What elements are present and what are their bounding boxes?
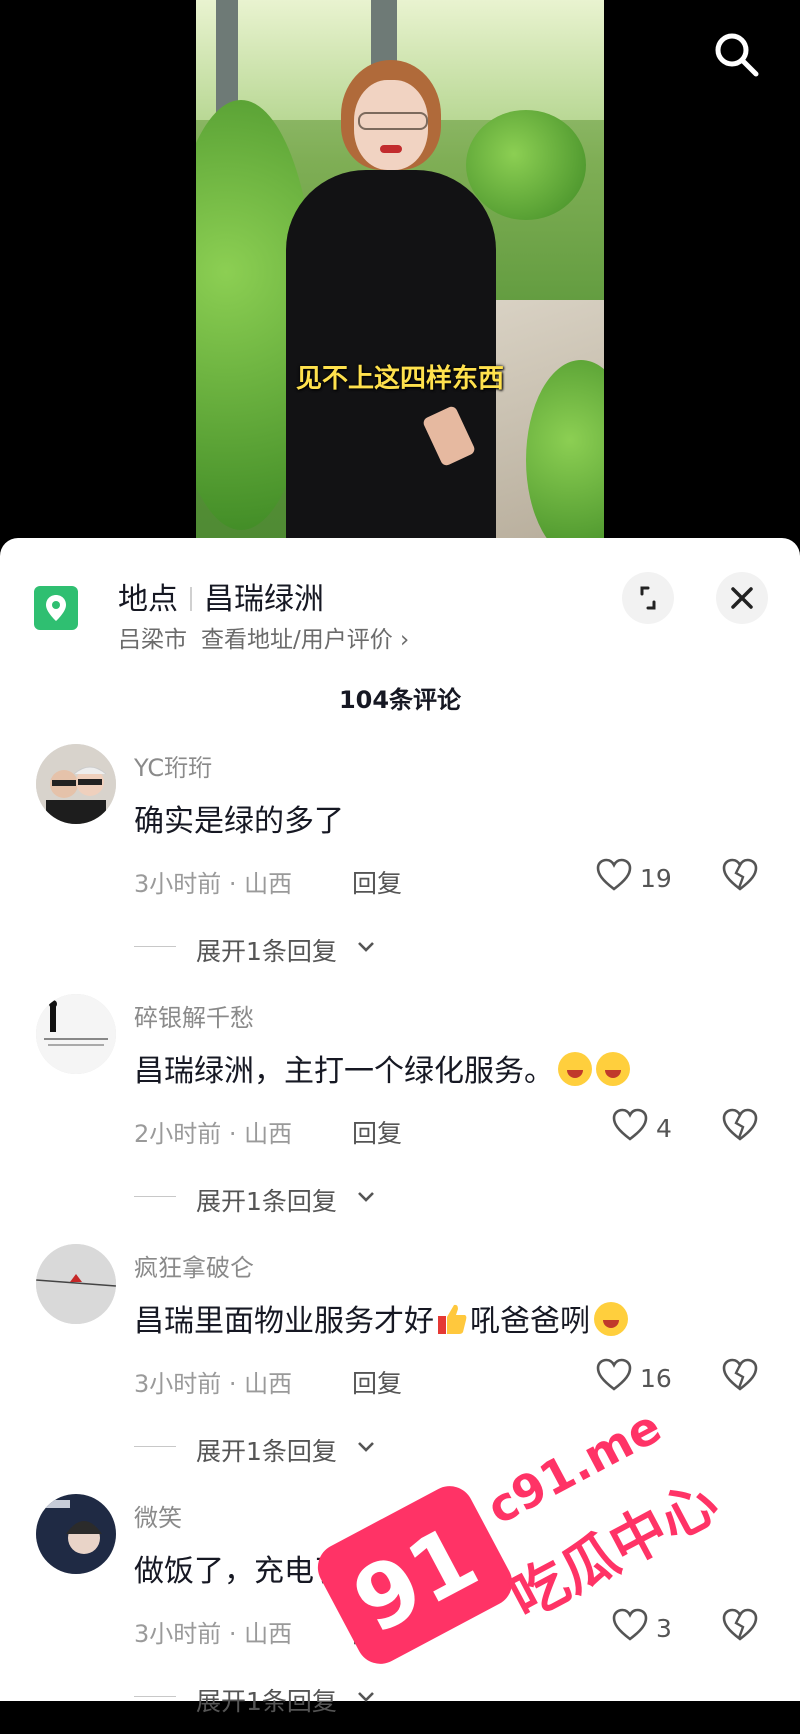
close-button[interactable] xyxy=(716,572,768,624)
comment-meta: 3小时前 · 山西 xyxy=(134,870,293,898)
thumbs-up-emoji-icon xyxy=(438,1304,467,1334)
comment-text: 做饭了，充电了 xyxy=(134,1546,344,1590)
comment-username[interactable]: 碎银解千愁 xyxy=(134,998,254,1033)
dislike-button[interactable] xyxy=(722,1108,758,1144)
reply-button[interactable]: 回复 xyxy=(352,864,402,900)
expand-button[interactable] xyxy=(622,572,674,624)
crying-laughing-emoji-icon xyxy=(594,1302,628,1336)
chevron-down-icon xyxy=(358,1692,374,1702)
comment-text: 昌瑞里面物业服务才好 吼爸爸咧 xyxy=(134,1296,628,1340)
divider-line xyxy=(134,1196,176,1197)
broken-heart-icon xyxy=(722,1108,758,1141)
reply-button[interactable]: 回复 xyxy=(352,1364,402,1400)
close-icon xyxy=(731,587,753,609)
location-label: 地点 xyxy=(118,582,178,617)
avatar[interactable] xyxy=(36,744,116,824)
expand-replies-label: 展开1条回复 xyxy=(196,937,337,966)
person-glasses xyxy=(358,112,428,130)
divider-line xyxy=(134,1696,176,1697)
divider xyxy=(190,587,192,611)
location-subtitle[interactable]: 吕梁市 查看地址/用户评价 › xyxy=(118,620,409,654)
comment-text: 确实是绿的多了 xyxy=(134,796,344,840)
comment-username[interactable]: 疯狂拿破仑 xyxy=(134,1248,254,1283)
comment-meta: 2小时前 · 山西 xyxy=(134,1120,293,1148)
laughing-emoji-icon xyxy=(558,1052,592,1086)
video-subtitle: 见不上这四样东西 xyxy=(295,364,504,394)
comment-text-content: 昌瑞里面物业服务才好 xyxy=(134,1304,434,1339)
comment-text-content: 确实是绿的多了 xyxy=(134,804,344,839)
avatar[interactable] xyxy=(36,1244,116,1324)
comment-meta: 3小时前 · 山西 xyxy=(134,1620,293,1648)
heart-icon xyxy=(612,1108,648,1141)
comment-item: YC珩珩 确实是绿的多了 3小时前 · 山西 回复 19 展开1条回复 xyxy=(0,744,800,984)
comment-meta: 3小时前 · 山西 xyxy=(134,1370,293,1398)
video-player[interactable]: 见不上这四样东西 xyxy=(0,0,800,560)
laughing-emoji-icon xyxy=(596,1052,630,1086)
location-pin-icon xyxy=(34,586,78,630)
comment-item: 碎银解千愁 昌瑞绿洲，主打一个绿化服务。 2小时前 · 山西 回复 4 展开1条… xyxy=(0,994,800,1234)
dislike-button[interactable] xyxy=(722,858,758,894)
person-lips xyxy=(380,145,402,153)
divider-line xyxy=(134,946,176,947)
comment-text-content: 做饭了，充电了 xyxy=(134,1554,344,1589)
like-count: 19 xyxy=(640,864,672,893)
broken-heart-icon xyxy=(722,1358,758,1391)
dislike-button[interactable] xyxy=(722,1358,758,1394)
person-coat xyxy=(286,170,496,540)
watermark: 91 c91.me 吃瓜中心 xyxy=(309,1399,730,1690)
heart-icon xyxy=(596,1358,632,1391)
location-title: 地点 昌瑞绿洲 xyxy=(118,574,324,618)
divider-line xyxy=(134,1446,176,1447)
avatar[interactable] xyxy=(36,1494,116,1574)
chevron-down-icon xyxy=(358,1192,374,1202)
search-button[interactable] xyxy=(708,26,764,82)
broken-heart-icon xyxy=(722,858,758,891)
comment-username[interactable]: YC珩珩 xyxy=(134,748,212,783)
comment-username[interactable]: 微笑 xyxy=(134,1498,182,1533)
heart-icon xyxy=(596,858,632,891)
location-city: 吕梁市 xyxy=(118,627,187,653)
expand-replies-label: 展开1条回复 xyxy=(196,1687,337,1716)
reply-button[interactable]: 回复 xyxy=(352,1114,402,1150)
expand-icon xyxy=(640,586,656,610)
comment-count: 104条评论 xyxy=(338,686,462,714)
like-count: 16 xyxy=(640,1364,672,1393)
video-frame[interactable]: 见不上这四样东西 xyxy=(196,0,604,540)
comment-text-content: 昌瑞绿洲，主打一个绿化服务。 xyxy=(134,1054,554,1089)
search-icon xyxy=(715,33,759,77)
location-card[interactable]: 地点 昌瑞绿洲 吕梁市 查看地址/用户评价 › xyxy=(0,538,800,653)
like-count: 4 xyxy=(656,1114,672,1143)
comment-text: 昌瑞绿洲，主打一个绿化服务。 xyxy=(134,1046,630,1090)
comment-text-content: 吼爸爸咧 xyxy=(470,1304,590,1339)
avatar[interactable] xyxy=(36,994,116,1074)
location-name: 昌瑞绿洲 xyxy=(204,582,324,617)
expand-replies-label: 展开1条回复 xyxy=(196,1437,337,1466)
video-person xyxy=(276,60,506,540)
chevron-down-icon xyxy=(358,942,374,952)
location-details-link[interactable]: 查看地址/用户评价 › xyxy=(201,627,409,653)
expand-replies-label: 展开1条回复 xyxy=(196,1187,337,1216)
